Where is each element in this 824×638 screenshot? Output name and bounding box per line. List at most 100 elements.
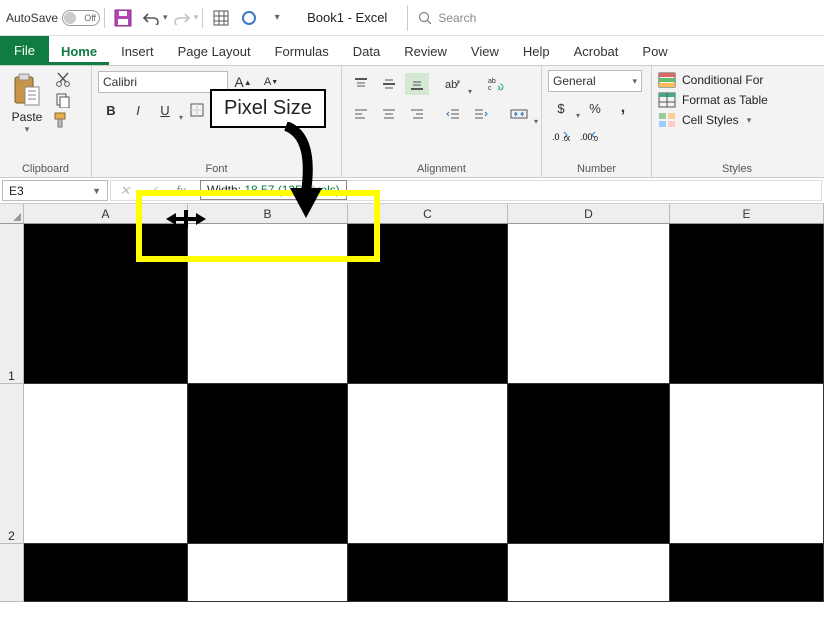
svg-text:.00: .00 [562, 136, 570, 142]
tab-more[interactable]: Pow [630, 38, 679, 65]
tab-home[interactable]: Home [49, 38, 109, 65]
tab-data[interactable]: Data [341, 38, 392, 65]
chevron-down-icon[interactable]: ▾ [25, 124, 30, 135]
cell-c2[interactable] [348, 384, 508, 544]
tab-page-layout[interactable]: Page Layout [166, 38, 263, 65]
tab-formulas[interactable]: Formulas [263, 38, 341, 65]
paste-button[interactable]: Paste ▾ [6, 70, 48, 135]
increase-indent-icon[interactable] [469, 103, 493, 125]
document-title: Book1 - Excel [307, 10, 387, 25]
circle-icon[interactable] [237, 6, 261, 30]
col-header-a[interactable]: A [24, 204, 188, 223]
cell-c3[interactable] [348, 544, 508, 602]
cell-styles-button[interactable]: Cell Styles▾ [658, 112, 768, 128]
bold-button[interactable]: B [99, 99, 123, 121]
cell-a3[interactable] [24, 544, 188, 602]
currency-button[interactable]: $ [549, 97, 573, 119]
tab-help[interactable]: Help [511, 38, 562, 65]
cell-d3[interactable] [508, 544, 670, 602]
wrap-text-icon[interactable]: abc [485, 73, 509, 95]
align-left-icon[interactable] [349, 103, 373, 125]
conditional-formatting-icon [658, 72, 676, 88]
tab-insert[interactable]: Insert [109, 38, 166, 65]
copy-icon[interactable] [51, 91, 75, 109]
grid-icon[interactable] [209, 6, 233, 30]
autosave-toggle[interactable]: Off [62, 10, 100, 26]
chevron-down-icon[interactable]: ▼ [92, 186, 101, 196]
cell-b1[interactable] [188, 224, 348, 384]
fx-icon[interactable]: fx [167, 183, 195, 198]
svg-text:c: c [488, 85, 492, 91]
col-header-c[interactable]: C [348, 204, 508, 223]
undo-icon[interactable] [139, 6, 163, 30]
tab-review[interactable]: Review [392, 38, 459, 65]
comma-button[interactable]: , [611, 97, 635, 119]
cell-b2[interactable] [188, 384, 348, 544]
cell-c1[interactable] [348, 224, 508, 384]
orientation-icon[interactable]: ab [441, 73, 465, 95]
formula-bar: E3 ▼ ✕ ✓ fx [0, 178, 824, 204]
cell-d1[interactable] [508, 224, 670, 384]
svg-text:ab: ab [445, 79, 457, 91]
align-top-icon[interactable] [349, 73, 373, 95]
align-center-icon[interactable] [377, 103, 401, 125]
italic-button[interactable]: I [126, 99, 150, 121]
title-bar: AutoSave Off ▾ ▾ ▾ Book1 - Excel Search [0, 0, 824, 36]
undo-dropdown-icon[interactable]: ▾ [163, 12, 168, 23]
redo-dropdown-icon: ▾ [194, 12, 199, 23]
merge-center-icon[interactable] [507, 103, 531, 125]
name-box[interactable]: E3 ▼ [2, 180, 108, 201]
row-headers: 1 2 [0, 224, 24, 602]
annotation-arrow-icon [276, 122, 336, 218]
underline-button[interactable]: U [153, 99, 177, 121]
chevron-down-icon[interactable]: ▾ [576, 111, 580, 120]
redo-icon[interactable] [170, 6, 194, 30]
group-label-number: Number [548, 161, 645, 177]
row-header-2[interactable]: 2 [0, 384, 24, 544]
cell-styles-icon [658, 112, 676, 128]
tab-view[interactable]: View [459, 38, 511, 65]
number-format-select[interactable]: General▾ [548, 70, 642, 92]
col-header-e[interactable]: E [670, 204, 824, 223]
align-bottom-icon[interactable] [405, 73, 429, 95]
search-input[interactable]: Search [407, 5, 667, 31]
cell-b3[interactable] [188, 544, 348, 602]
tab-file[interactable]: File [0, 36, 49, 65]
cell-e1[interactable] [670, 224, 824, 384]
save-icon[interactable] [111, 6, 135, 30]
format-painter-icon[interactable] [51, 111, 75, 129]
spreadsheet: A B C D E 1 2 [0, 204, 824, 602]
select-all-corner[interactable] [0, 204, 24, 223]
autosave-label: AutoSave [6, 11, 58, 25]
row-header-3[interactable] [0, 544, 24, 602]
cut-icon[interactable] [51, 71, 75, 89]
enter-formula-icon[interactable]: ✓ [139, 183, 167, 199]
col-header-d[interactable]: D [508, 204, 670, 223]
cell-a1[interactable] [24, 224, 188, 384]
chevron-down-icon[interactable]: ▾ [179, 113, 183, 122]
font-name-select[interactable]: Calibri [98, 71, 228, 93]
cell-a2[interactable] [24, 384, 188, 544]
conditional-formatting-button[interactable]: Conditional For [658, 72, 768, 88]
svg-text:ab: ab [488, 78, 496, 85]
cell-e3[interactable] [670, 544, 824, 602]
cell-e2[interactable] [670, 384, 824, 544]
chevron-down-icon[interactable]: ▾ [468, 87, 472, 96]
align-right-icon[interactable] [405, 103, 429, 125]
chevron-down-icon[interactable]: ▾ [534, 117, 538, 126]
cell-d2[interactable] [508, 384, 670, 544]
decrease-decimal-icon[interactable]: .00.0 [577, 125, 601, 147]
row-header-1[interactable]: 1 [0, 224, 24, 384]
format-as-table-button[interactable]: Format as Table [658, 92, 768, 108]
decrease-indent-icon[interactable] [441, 103, 465, 125]
qat-customize-icon[interactable]: ▾ [265, 6, 289, 30]
tab-acrobat[interactable]: Acrobat [562, 38, 631, 65]
table-icon [658, 92, 676, 108]
increase-decimal-icon[interactable]: .0.00 [549, 125, 573, 147]
ribbon: Paste ▾ Clipboard Calibri A▲ A▼ B I U ▾ [0, 66, 824, 178]
cell-grid[interactable] [24, 224, 824, 602]
borders-icon[interactable] [185, 99, 209, 121]
percent-button[interactable]: % [583, 97, 607, 119]
cancel-formula-icon[interactable]: ✕ [111, 183, 139, 199]
align-middle-icon[interactable] [377, 73, 401, 95]
